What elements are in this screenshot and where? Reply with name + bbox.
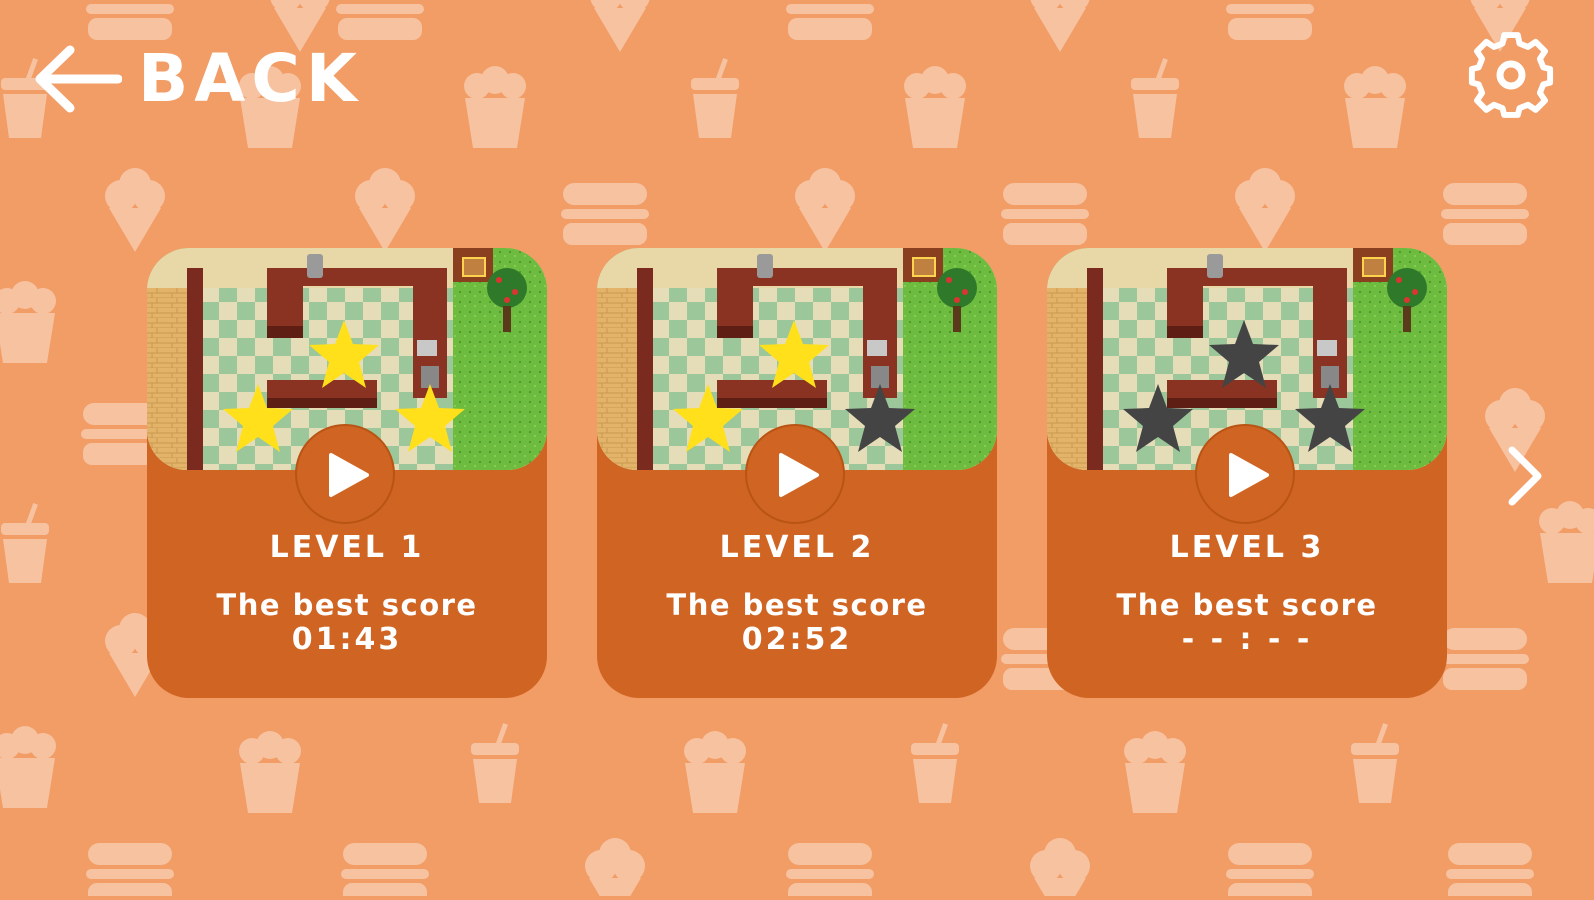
star-icon (223, 384, 293, 452)
play-icon (329, 453, 369, 497)
star-icon (1123, 384, 1193, 452)
play-button[interactable] (745, 424, 845, 524)
level-title: LEVEL 3 (1169, 530, 1325, 565)
star-icon (1209, 320, 1279, 388)
play-icon (1229, 453, 1269, 497)
best-score-value: 02:52 (741, 622, 853, 657)
arrow-left-icon (35, 45, 122, 113)
star-icon (759, 320, 829, 388)
level-card[interactable]: LEVEL 3 The best score - - : - - (1047, 248, 1447, 698)
star-icon (309, 320, 379, 388)
best-score-label: The best score (1116, 588, 1378, 622)
best-score-value: - - : - - (1181, 622, 1313, 657)
level-card[interactable]: LEVEL 1 The best score 01:43 (147, 248, 547, 698)
back-label: BACK (138, 40, 363, 117)
chevron-right-icon (1508, 446, 1542, 506)
level-card[interactable]: LEVEL 2 The best score 02:52 (597, 248, 997, 698)
back-button[interactable]: BACK (32, 44, 363, 114)
star-icon (673, 384, 743, 452)
best-score-label: The best score (666, 588, 928, 622)
play-button[interactable] (1195, 424, 1295, 524)
star-icon (845, 384, 915, 452)
play-icon (779, 453, 819, 497)
play-button[interactable] (295, 424, 395, 524)
best-score-label: The best score (216, 588, 478, 622)
best-score-value: 01:43 (291, 622, 403, 657)
star-icon (1295, 384, 1365, 452)
level-title: LEVEL 2 (719, 530, 875, 565)
gear-icon (1468, 32, 1554, 118)
settings-button[interactable] (1464, 28, 1558, 122)
level-title: LEVEL 1 (269, 530, 425, 565)
next-page-button[interactable] (1500, 444, 1550, 508)
star-icon (395, 384, 465, 452)
